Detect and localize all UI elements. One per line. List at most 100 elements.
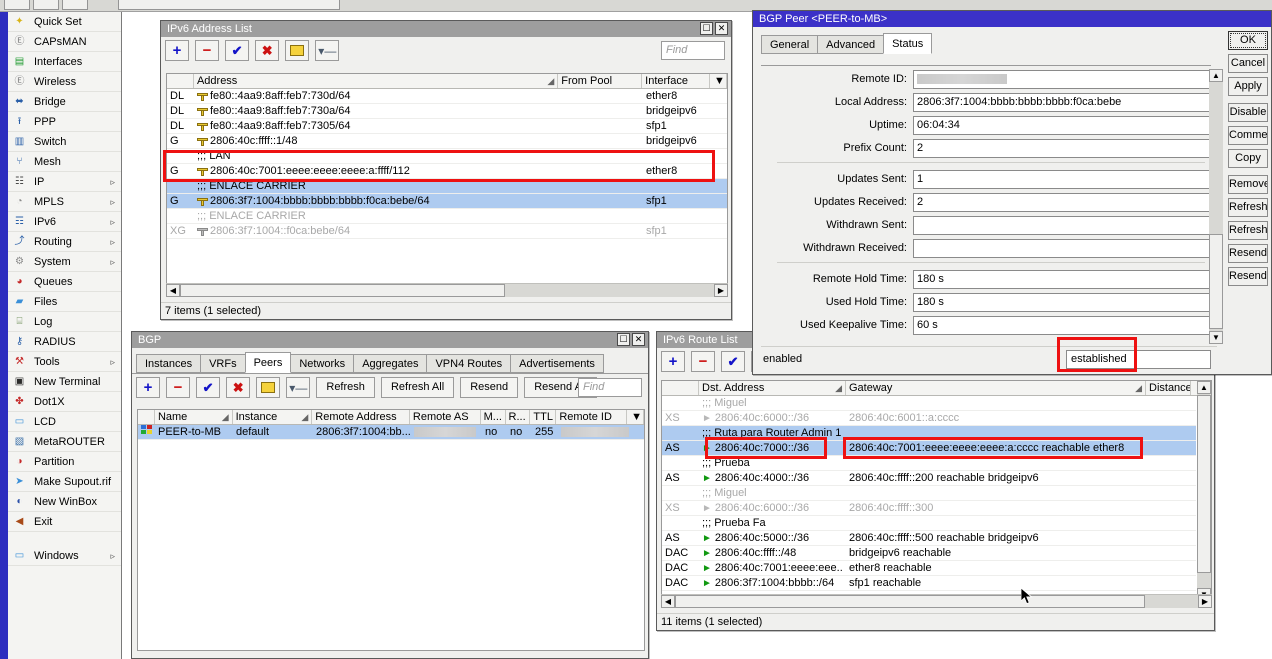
- add-button[interactable]: +: [136, 377, 160, 398]
- field-value-withdrawn-received[interactable]: [913, 239, 1213, 258]
- sidebar-item-capsman[interactable]: ⒺCAPsMAN: [8, 32, 121, 52]
- col-name[interactable]: Name◢: [155, 410, 233, 424]
- table-row[interactable]: XS►2806:40c:6000::/362806:40c:6001::a:cc…: [662, 411, 1196, 426]
- sidebar-item-system[interactable]: ⚙System▹: [8, 252, 121, 272]
- remove-button[interactable]: −: [166, 377, 190, 398]
- scroll-right-icon[interactable]: ▶: [714, 284, 728, 297]
- search-input[interactable]: Find: [578, 378, 642, 397]
- enable-button[interactable]: ✔: [721, 351, 745, 372]
- comment-button[interactable]: Comment: [1228, 126, 1268, 145]
- toolbar-button-2[interactable]: [33, 0, 59, 10]
- window-titlebar-ipv6-address-list[interactable]: IPv6 Address List ☐ ✕: [161, 21, 731, 37]
- field-value-withdrawn-sent[interactable]: [913, 216, 1213, 235]
- filter-button[interactable]: ▾―: [315, 40, 339, 61]
- remove-button[interactable]: −: [195, 40, 219, 61]
- table-row[interactable]: PEER-to-MBdefault2806:3f7:1004:bb...nono…: [138, 425, 644, 440]
- scroll-left-icon[interactable]: ◀: [661, 595, 675, 608]
- horizontal-scrollbar[interactable]: ◀ ▶: [166, 283, 728, 297]
- hscroll-track[interactable]: [675, 595, 1198, 608]
- table-row-comment[interactable]: ;;; Prueba Fa: [662, 516, 1196, 531]
- table-row-comment[interactable]: ;;; Miguel: [662, 396, 1196, 411]
- maximize-icon[interactable]: ☐: [700, 22, 713, 35]
- table-row[interactable]: AS►2806:40c:4000::/362806:40c:ffff::200 …: [662, 471, 1196, 486]
- refresh-all-button[interactable]: Refresh All: [1228, 221, 1268, 240]
- field-value-local-address[interactable]: 2806:3f7:1004:bbbb:bbbb:bbbb:f0ca:bebe: [913, 93, 1213, 112]
- enable-button[interactable]: ✔: [225, 40, 249, 61]
- toolbar-address-field[interactable]: [118, 0, 340, 10]
- table-row[interactable]: XS►2806:40c:6000::/362806:40c:ffff::300: [662, 501, 1196, 516]
- col-icon[interactable]: [138, 410, 155, 424]
- disable-button[interactable]: ✖: [226, 377, 250, 398]
- sidebar-item-bridge[interactable]: ⬌Bridge: [8, 92, 121, 112]
- col-flags[interactable]: [167, 74, 194, 88]
- bgp-peer-window[interactable]: BGP Peer <PEER-to-MB> GeneralAdvancedSta…: [752, 10, 1272, 375]
- window-titlebar-bgp[interactable]: BGP ☐ ✕: [132, 332, 648, 348]
- hscroll-track[interactable]: [180, 284, 714, 297]
- table-row[interactable]: G2806:40c:ffff::1/48bridgeipv6: [167, 134, 727, 149]
- maximize-icon[interactable]: ☐: [617, 333, 630, 346]
- tab-status[interactable]: Status: [883, 33, 932, 54]
- scroll-left-icon[interactable]: ◀: [166, 284, 180, 297]
- filter-button[interactable]: ▾―: [286, 377, 310, 398]
- search-input[interactable]: Find: [661, 41, 725, 60]
- sidebar-item-ip[interactable]: ☷IP▹: [8, 172, 121, 192]
- sidebar-item-tools[interactable]: ⚒Tools▹: [8, 352, 121, 372]
- col-distance[interactable]: Distance: [1146, 381, 1191, 395]
- sidebar-item-mpls[interactable]: ◔MPLS▹: [8, 192, 121, 212]
- remove-button[interactable]: Remove: [1228, 175, 1268, 194]
- sidebar-item-wireless[interactable]: ⒺWireless: [8, 72, 121, 92]
- col-from-pool[interactable]: From Pool: [558, 74, 642, 88]
- sidebar-item-ppp[interactable]: ⭱PPP: [8, 112, 121, 132]
- remove-button[interactable]: −: [691, 351, 715, 372]
- field-value-remote-hold-time[interactable]: 180 s: [913, 270, 1213, 289]
- resend-button[interactable]: Resend: [1228, 244, 1268, 263]
- sidebar-item-exit[interactable]: ◀Exit: [8, 512, 121, 532]
- sidebar-item-queues[interactable]: ◕Queues: [8, 272, 121, 292]
- horizontal-scrollbar[interactable]: ◀ ▶: [661, 594, 1212, 608]
- sidebar-item-new-winbox[interactable]: ◐New WinBox: [8, 492, 121, 512]
- col-instance[interactable]: Instance◢: [233, 410, 313, 424]
- field-value-updates-sent[interactable]: 1: [913, 170, 1213, 189]
- copy-button[interactable]: Copy: [1228, 149, 1268, 168]
- sidebar-item-dot1x[interactable]: ✤Dot1X: [8, 392, 121, 412]
- tab-advertisements[interactable]: Advertisements: [510, 354, 604, 373]
- scroll-up-icon[interactable]: ▲: [1197, 381, 1211, 394]
- table-row[interactable]: DAC►2806:40c:7001:eeee:eee..ether8 reach…: [662, 561, 1196, 576]
- cancel-button[interactable]: Cancel: [1228, 54, 1268, 73]
- field-value-prefix-count[interactable]: 2: [913, 139, 1213, 158]
- field-value-used-keepalive-time[interactable]: 60 s: [913, 316, 1213, 335]
- column-menu-icon[interactable]: ▼: [710, 74, 727, 88]
- tab-general[interactable]: General: [761, 35, 818, 54]
- enable-button[interactable]: ✔: [196, 377, 220, 398]
- sidebar-item-make-supout-rif[interactable]: ➤Make Supout.rif: [8, 472, 121, 492]
- hscroll-thumb[interactable]: [675, 595, 1145, 608]
- table-row[interactable]: DLfe80::4aa9:8aff:feb7:730a/64bridgeipv6: [167, 104, 727, 119]
- tab-vrfs[interactable]: VRFs: [200, 354, 246, 373]
- col-interface[interactable]: Interface: [642, 74, 710, 88]
- field-value-updates-received[interactable]: 2: [913, 193, 1213, 212]
- col-remote-address[interactable]: Remote Address: [312, 410, 410, 424]
- scroll-right-icon[interactable]: ▶: [1198, 595, 1212, 608]
- refresh-all-button[interactable]: Refresh All: [381, 377, 454, 398]
- col-reflect[interactable]: R...: [506, 410, 531, 424]
- sidebar-item-metarouter[interactable]: ▧MetaROUTER: [8, 432, 121, 452]
- sidebar-item-files[interactable]: ▰Files: [8, 292, 121, 312]
- close-icon[interactable]: ✕: [715, 22, 728, 35]
- resend-all-button[interactable]: Resend All: [1228, 267, 1268, 286]
- col-multihop[interactable]: M...: [481, 410, 506, 424]
- toolbar-button-1[interactable]: [4, 0, 30, 10]
- table-row[interactable]: G2806:40c:7001:eeee:eeee:eeee:a:ffff/112…: [167, 164, 727, 179]
- field-value-uptime[interactable]: 06:04:34: [913, 116, 1213, 135]
- ok-button[interactable]: OK: [1228, 31, 1268, 50]
- col-ttl[interactable]: TTL: [530, 410, 556, 424]
- tab-aggregates[interactable]: Aggregates: [353, 354, 427, 373]
- tab-peers[interactable]: Peers: [245, 352, 292, 373]
- sidebar-item-windows[interactable]: ▭Windows▹: [8, 546, 121, 566]
- table-row[interactable]: DAC►2806:40c:ffff::/48bridgeipv6 reachab…: [662, 546, 1196, 561]
- col-gateway[interactable]: Gateway◢: [846, 381, 1146, 395]
- tab-instances[interactable]: Instances: [136, 354, 201, 373]
- table-row[interactable]: AS►2806:40c:7000::/362806:40c:7001:eeee:…: [662, 441, 1196, 456]
- vscroll-thumb[interactable]: [1197, 395, 1211, 573]
- ipv6-address-list-window[interactable]: IPv6 Address List ☐ ✕ + − ✔ ✖ ▾― Find Ad…: [160, 20, 732, 320]
- table-row[interactable]: AS►2806:40c:5000::/362806:40c:ffff::500 …: [662, 531, 1196, 546]
